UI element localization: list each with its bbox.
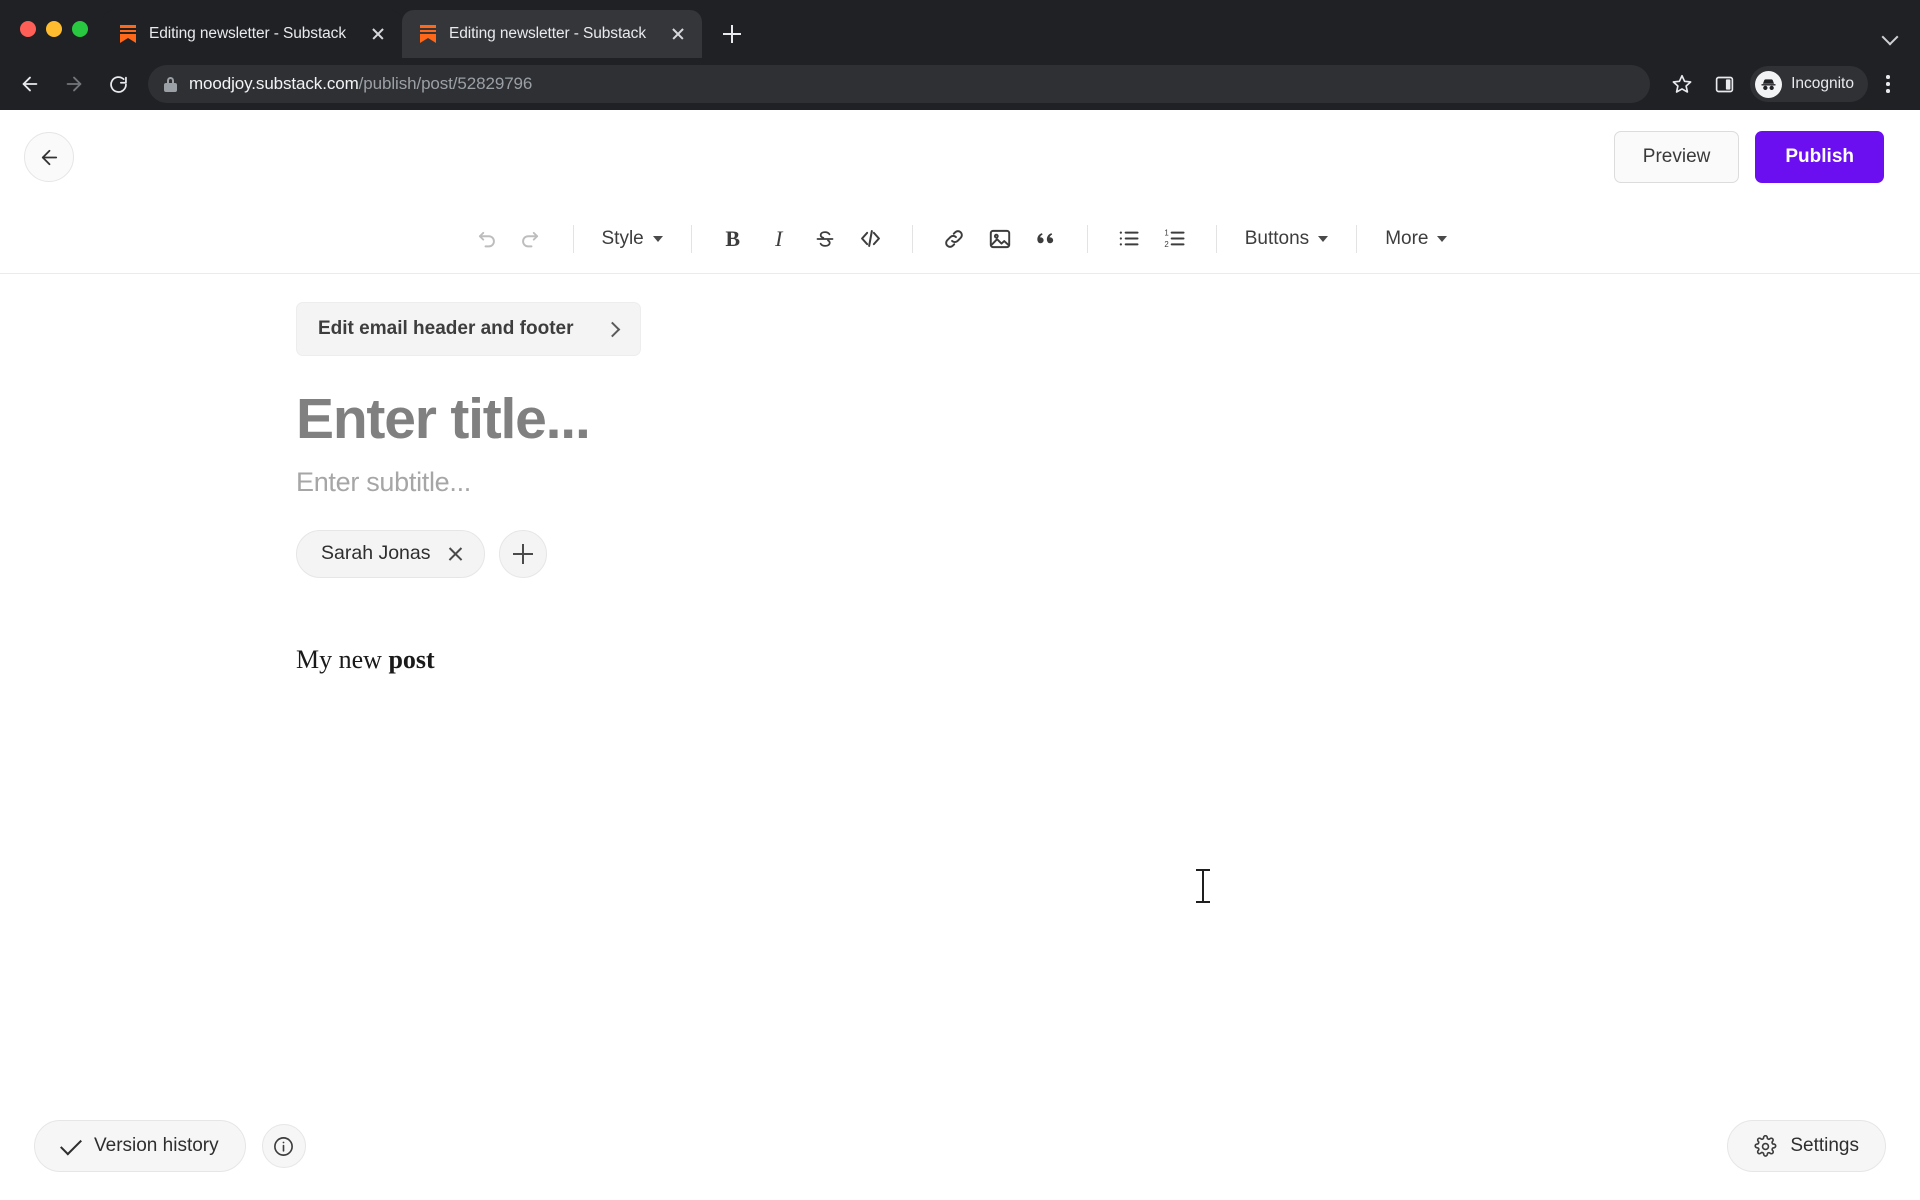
back-arrow-icon[interactable]: [10, 64, 50, 104]
undo-icon[interactable]: [463, 216, 509, 262]
toolbar-divider: [1215, 224, 1217, 253]
chevron-right-icon: [604, 321, 621, 337]
window-controls: [14, 0, 102, 58]
style-dropdown[interactable]: Style: [592, 228, 673, 250]
author-name: Sarah Jonas: [321, 542, 431, 565]
strikethrough-button[interactable]: [802, 216, 848, 262]
settings-button[interactable]: Settings: [1727, 1120, 1886, 1172]
edit-email-header-footer-label: Edit email header and footer: [318, 318, 574, 339]
authors-row: Sarah Jonas: [296, 529, 1276, 578]
svg-text:1: 1: [1165, 228, 1169, 237]
chevron-down-icon: [1437, 235, 1448, 242]
post-body[interactable]: My new post: [296, 640, 1276, 680]
incognito-icon: [1755, 70, 1783, 98]
window-maximize-button[interactable]: [72, 21, 88, 37]
version-history-label: Version history: [94, 1135, 219, 1156]
subtitle-input[interactable]: Enter subtitle...: [296, 467, 1276, 498]
url-domain: moodjoy.substack.com: [189, 74, 359, 93]
close-icon[interactable]: [366, 22, 390, 46]
code-icon[interactable]: [848, 216, 894, 262]
edit-email-header-footer-button[interactable]: Edit email header and footer: [296, 302, 641, 356]
toolbar-divider: [1356, 224, 1358, 253]
address-input[interactable]: moodjoy.substack.com/publish/post/528297…: [148, 65, 1651, 103]
lock-icon: [164, 76, 177, 92]
toolbar-divider: [572, 224, 574, 253]
image-icon[interactable]: [977, 216, 1023, 262]
version-history-button[interactable]: Version history: [34, 1120, 246, 1172]
url-path: /publish/post/52829796: [358, 74, 533, 93]
bold-label: B: [725, 225, 741, 251]
browser-window: Editing newsletter - Substack Editing ne…: [0, 0, 1920, 1200]
editor-canvas: Edit email header and footer Enter title…: [240, 302, 1680, 680]
omnibox-actions: Incognito: [1662, 64, 1906, 104]
body-text-regular: My new: [296, 644, 389, 674]
substack-bookmark-icon: [418, 24, 438, 44]
browser-tab-active[interactable]: Editing newsletter - Substack: [402, 10, 702, 58]
address-bar-row: moodjoy.substack.com/publish/post/528297…: [0, 58, 1920, 110]
italic-button[interactable]: I: [756, 216, 802, 262]
formatting-toolbar: Style B I 1 2 Buttons More: [0, 204, 1920, 274]
bottom-bar: Version history Settings: [0, 1092, 1920, 1200]
toolbar-divider: [690, 224, 692, 253]
editor-scroll-area[interactable]: Edit email header and footer Enter title…: [0, 274, 1920, 1092]
back-arrow-icon[interactable]: [24, 132, 74, 182]
svg-text:2: 2: [1165, 240, 1169, 249]
quote-icon[interactable]: [1023, 216, 1069, 262]
preview-button[interactable]: Preview: [1613, 131, 1740, 183]
bullet-list-icon[interactable]: [1106, 216, 1152, 262]
body-text-bold: post: [388, 644, 435, 674]
info-icon[interactable]: [261, 1124, 306, 1168]
star-icon[interactable]: [1662, 64, 1702, 104]
close-icon[interactable]: [666, 22, 690, 46]
more-label: More: [1385, 227, 1429, 249]
buttons-dropdown[interactable]: Buttons: [1235, 228, 1338, 250]
substack-bookmark-icon: [118, 24, 138, 44]
italic-label: I: [775, 225, 783, 251]
browser-tab[interactable]: Editing newsletter - Substack: [102, 10, 402, 58]
publish-button[interactable]: Publish: [1755, 131, 1884, 183]
link-icon[interactable]: [931, 216, 977, 262]
plus-icon[interactable]: [498, 529, 547, 578]
chevron-down-icon: [1318, 235, 1329, 242]
side-panel-icon[interactable]: [1704, 64, 1744, 104]
redo-icon[interactable]: [509, 216, 555, 262]
chevron-down-icon[interactable]: [1882, 28, 1898, 44]
window-close-button[interactable]: [20, 21, 36, 37]
text-cursor: [1196, 869, 1210, 903]
settings-label: Settings: [1790, 1135, 1859, 1156]
toolbar-divider: [1086, 224, 1088, 253]
substack-editor-page: Preview Publish Style B I 1 2 Buttons Mo…: [0, 110, 1920, 1200]
author-chip[interactable]: Sarah Jonas: [296, 529, 485, 578]
kebab-menu-icon[interactable]: [1870, 66, 1906, 102]
app-header: Preview Publish: [0, 110, 1920, 204]
reload-icon[interactable]: [98, 64, 138, 104]
toolbar-divider: [911, 224, 913, 253]
gear-icon: [1754, 1134, 1777, 1158]
check-icon: [60, 1133, 82, 1155]
tab-title: Editing newsletter - Substack: [449, 25, 646, 42]
url-text: moodjoy.substack.com/publish/post/528297…: [189, 74, 532, 94]
title-input[interactable]: Enter title...: [296, 389, 1276, 450]
editor-content: Edit email header and footer Enter title…: [296, 302, 1276, 680]
forward-arrow-icon[interactable]: [54, 64, 94, 104]
bold-button[interactable]: B: [710, 216, 756, 262]
more-dropdown[interactable]: More: [1375, 228, 1457, 250]
buttons-label: Buttons: [1244, 227, 1310, 249]
window-minimize-button[interactable]: [46, 21, 62, 37]
incognito-profile-button[interactable]: Incognito: [1750, 66, 1868, 102]
new-tab-button[interactable]: [712, 14, 752, 54]
incognito-label: Incognito: [1791, 75, 1854, 92]
chevron-down-icon: [652, 235, 663, 242]
close-icon[interactable]: [447, 545, 464, 562]
style-label: Style: [601, 227, 644, 249]
tab-title: Editing newsletter - Substack: [149, 25, 346, 42]
numbered-list-icon[interactable]: 1 2: [1152, 216, 1198, 262]
tab-strip: Editing newsletter - Substack Editing ne…: [0, 0, 1920, 58]
